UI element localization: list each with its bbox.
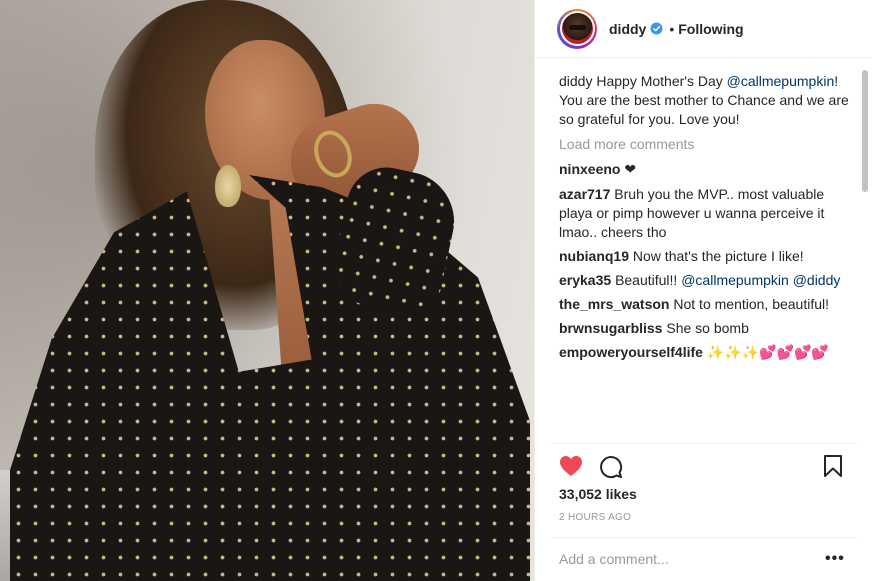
list-item: brwnsugarbliss She so bomb <box>559 319 851 338</box>
post-timestamp[interactable]: 2 HOURS AGO <box>559 512 631 523</box>
comment-text: Not to mention, beautiful! <box>673 296 830 312</box>
caption-text-start: Happy Mother's Day <box>596 73 727 89</box>
post-caption: diddy Happy Mother's Day @callmepumpkin!… <box>559 72 851 129</box>
comments-list[interactable]: diddy Happy Mother's Day @callmepumpkin!… <box>559 72 851 442</box>
comment-username[interactable]: azar717 <box>559 186 610 202</box>
avatar-glasses <box>568 25 586 30</box>
bookmark-icon[interactable] <box>823 455 843 477</box>
avatar-story-ring[interactable] <box>557 8 597 49</box>
comment-mention[interactable]: @callmepumpkin <box>681 272 789 288</box>
divider <box>551 537 857 538</box>
following-button[interactable]: Following <box>678 21 743 37</box>
comment-username[interactable]: brwnsugarbliss <box>559 320 662 336</box>
list-item: ninxeeno ❤ <box>559 160 851 180</box>
list-item: the_mrs_watson Not to mention, beautiful… <box>559 295 851 314</box>
divider <box>551 443 857 444</box>
likes-count[interactable]: 33,052 likes <box>559 486 637 502</box>
comment-text: Now that's the picture I like! <box>632 248 804 264</box>
comment-mention[interactable]: @diddy <box>793 272 841 288</box>
post-actions <box>559 455 849 479</box>
scrollbar-thumb[interactable] <box>862 70 868 192</box>
comment-text: ❤ <box>624 162 637 178</box>
comment-username[interactable]: empoweryourself4life <box>559 344 703 360</box>
author-username[interactable]: diddy <box>609 21 646 37</box>
comment-text: She so bomb <box>666 320 749 336</box>
list-item: nubianq19 Now that's the picture I like! <box>559 247 851 266</box>
list-item: azar717 Bruh you the MVP.. most valuable… <box>559 185 851 242</box>
heart-icon[interactable] <box>559 455 583 477</box>
comment-username[interactable]: the_mrs_watson <box>559 296 669 312</box>
post-photo[interactable] <box>0 0 534 581</box>
post-sidebar: diddy • Following diddy Happy Mother's D… <box>534 0 872 581</box>
comment-username[interactable]: eryka35 <box>559 272 611 288</box>
verified-badge-icon <box>650 22 663 35</box>
load-more-comments-button[interactable]: Load more comments <box>559 135 851 154</box>
comment-username[interactable]: ninxeeno <box>559 161 620 177</box>
comment-icon[interactable] <box>599 455 623 479</box>
comment-username[interactable]: nubianq19 <box>559 248 629 264</box>
photo-earring <box>215 165 241 207</box>
comments-scrollbar[interactable] <box>860 70 868 440</box>
avatar-border <box>559 11 595 46</box>
sparkles-emoji: ✨✨✨ <box>706 345 760 361</box>
list-item: eryka35 Beautiful!! @callmepumpkin @didd… <box>559 271 851 290</box>
hearts-emoji: 💕💕💕💕 <box>759 345 829 361</box>
post-header: diddy • Following <box>535 0 872 58</box>
caption-mention[interactable]: @callmepumpkin <box>727 73 835 89</box>
comment-text: Beautiful!! <box>615 272 682 288</box>
add-comment-input[interactable] <box>559 548 809 570</box>
avatar[interactable] <box>561 13 593 44</box>
more-options-icon[interactable]: ••• <box>825 550 845 568</box>
caption-username[interactable]: diddy <box>559 73 592 89</box>
header-separator: • <box>669 20 675 37</box>
list-item: empoweryourself4life ✨✨✨💕💕💕💕 <box>559 343 851 363</box>
